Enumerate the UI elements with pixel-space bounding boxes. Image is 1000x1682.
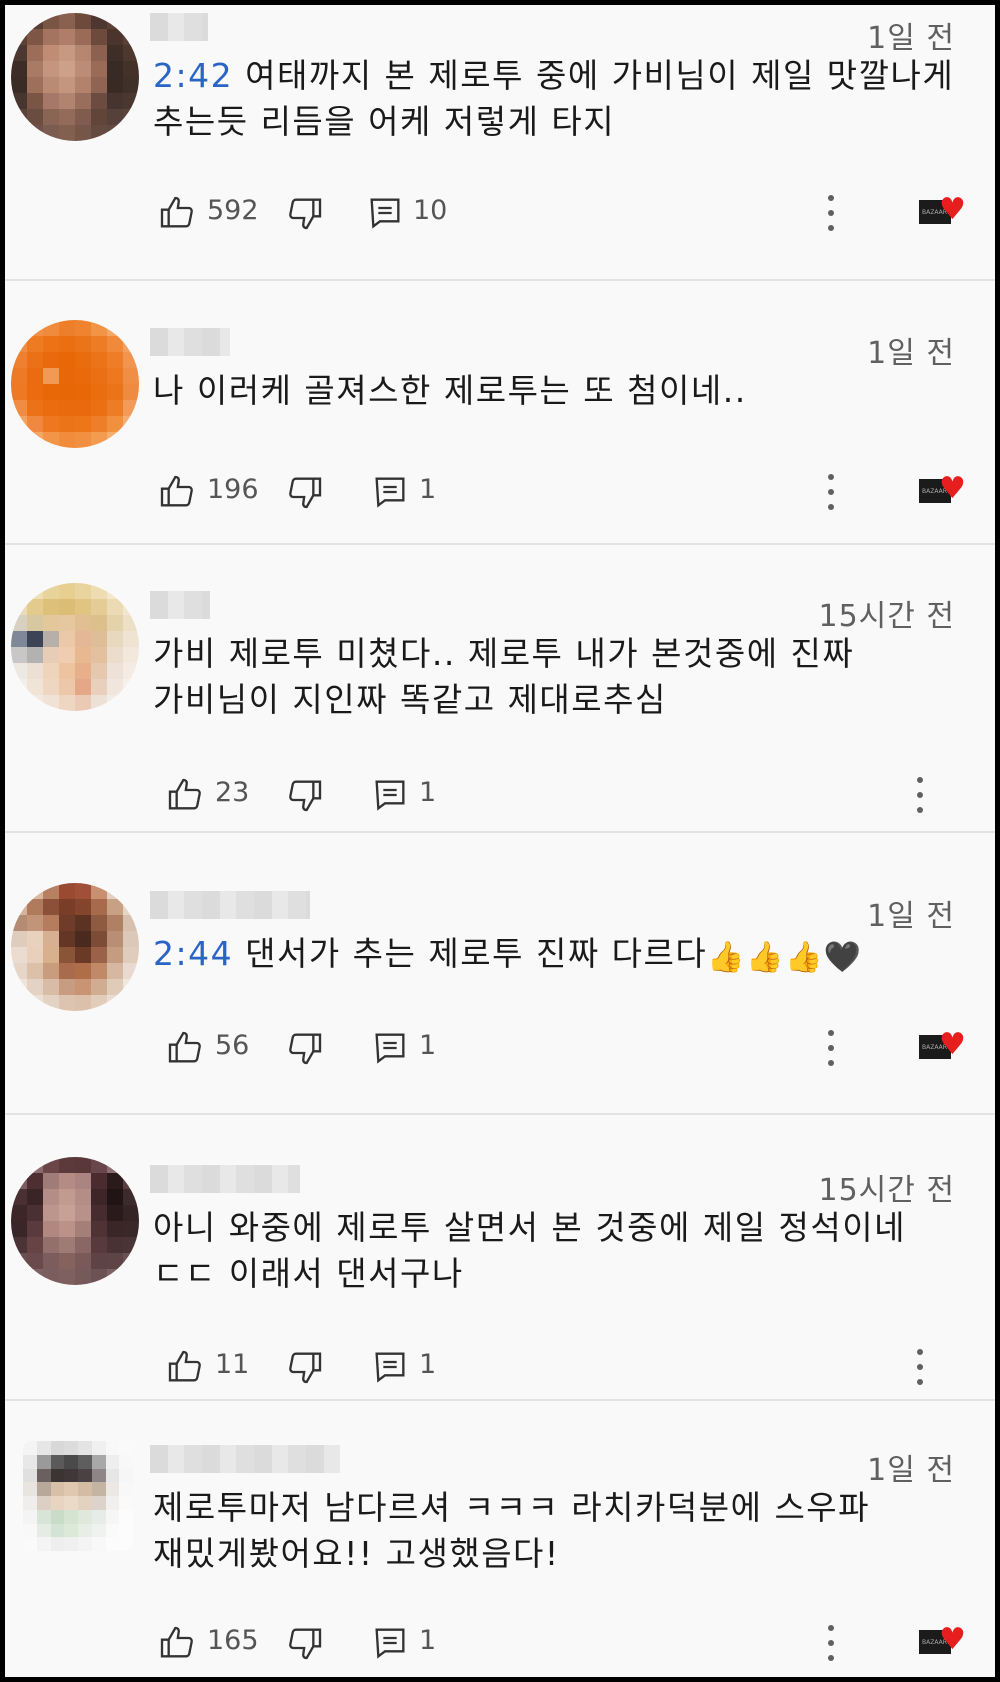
reply-count[interactable]: 1 bbox=[419, 1030, 436, 1061]
creator-heart-icon: BAZAAR ♥ bbox=[919, 193, 969, 227]
thumbs-up-emoji-icon: 👍👍👍🖤 bbox=[707, 940, 863, 975]
comment-time: 15시간 전 bbox=[818, 1173, 955, 1208]
comment-time: 1일 전 bbox=[867, 1453, 955, 1488]
vertical-ellipsis-icon[interactable] bbox=[824, 1028, 838, 1068]
comment-text: 가비 제로투 미쳤다.. 제로투 내가 본것중에 진짜 가비님이 지인짜 똑같고… bbox=[153, 631, 968, 723]
thumb-down-icon[interactable] bbox=[285, 1347, 325, 1387]
avatar[interactable] bbox=[11, 883, 139, 1011]
thumb-down-icon[interactable] bbox=[285, 472, 325, 512]
vertical-ellipsis-icon[interactable] bbox=[824, 193, 838, 233]
comment-actions: 11 1 bbox=[5, 1347, 995, 1387]
comment-actions: 592 10 BAZAAR ♥ bbox=[5, 193, 995, 233]
vertical-ellipsis-icon[interactable] bbox=[824, 472, 838, 512]
reply-comment-icon[interactable] bbox=[370, 1347, 410, 1387]
author-name[interactable] bbox=[150, 1445, 340, 1473]
like-count: 165 bbox=[207, 1625, 259, 1656]
comment-time: 1일 전 bbox=[867, 336, 955, 371]
like-count: 196 bbox=[207, 474, 259, 505]
comment-item: 1일 전 2:44 댄서가 추는 제로투 진짜 다르다👍👍👍🖤 56 1 BAZA… bbox=[5, 883, 995, 1083]
comment-text: 나 이러케 골져스한 제로투는 또 첨이네.. bbox=[153, 368, 968, 414]
comment-text: 제로투마저 남다르셔 ㅋㅋㅋ 라치카덕분에 스우파 재밌게봤어요!! 고생했음다… bbox=[153, 1485, 968, 1577]
like-count: 23 bbox=[215, 777, 250, 808]
comment-body: 여태까지 본 제로투 중에 가비님이 제일 맛깔나게 추는듯 리듬을 어케 저렇… bbox=[153, 56, 955, 141]
comment-item: 15시간 전 아니 와중에 제로투 살면서 본 것중에 제일 정석이네 ㄷㄷ 이… bbox=[5, 1157, 995, 1397]
avatar[interactable] bbox=[11, 320, 139, 448]
comment-text: 아니 와중에 제로투 살면서 본 것중에 제일 정석이네 ㄷㄷ 이래서 댄서구나 bbox=[153, 1205, 968, 1297]
comment-body: 아니 와중에 제로투 살면서 본 것중에 제일 정석이네 ㄷㄷ 이래서 댄서구나 bbox=[153, 1208, 906, 1293]
like-count: 11 bbox=[215, 1349, 250, 1380]
reply-count[interactable]: 10 bbox=[413, 195, 447, 226]
avatar[interactable] bbox=[11, 583, 139, 711]
comment-actions: 23 1 bbox=[5, 775, 995, 815]
thumb-up-icon[interactable] bbox=[165, 1347, 205, 1387]
creator-heart-icon: BAZAAR ♥ bbox=[919, 472, 969, 506]
comment-body: 댄서가 추는 제로투 진짜 다르다 bbox=[245, 934, 708, 973]
timestamp-link[interactable]: 2:44 bbox=[153, 934, 233, 973]
thumb-down-icon[interactable] bbox=[285, 1623, 325, 1663]
comment-actions: 56 1 BAZAAR ♥ bbox=[5, 1028, 995, 1068]
comment-item: 1일 전 2:42 여태까지 본 제로투 중에 가비님이 제일 맛깔나게 추는듯 … bbox=[5, 5, 995, 263]
comment-item: 15시간 전 가비 제로투 미쳤다.. 제로투 내가 본것중에 진짜 가비님이 … bbox=[5, 583, 995, 823]
thumb-up-icon[interactable] bbox=[165, 775, 205, 815]
thumb-up-icon[interactable] bbox=[157, 193, 197, 233]
vertical-ellipsis-icon[interactable] bbox=[824, 1623, 838, 1663]
reply-count[interactable]: 1 bbox=[419, 1625, 436, 1656]
avatar[interactable] bbox=[11, 1157, 139, 1285]
comment-time: 15시간 전 bbox=[818, 599, 955, 634]
reply-comment-icon[interactable] bbox=[370, 1028, 410, 1068]
divider bbox=[5, 1399, 995, 1401]
reply-comment-icon[interactable] bbox=[370, 775, 410, 815]
comments-panel: 1일 전 2:42 여태까지 본 제로투 중에 가비님이 제일 맛깔나게 추는듯 … bbox=[5, 5, 995, 1677]
thumb-down-icon[interactable] bbox=[285, 775, 325, 815]
author-name[interactable] bbox=[150, 591, 210, 619]
thumb-up-icon[interactable] bbox=[157, 1623, 197, 1663]
comment-item: 1일 전 나 이러케 골져스한 제로투는 또 첨이네.. 196 1 BAZAA… bbox=[5, 320, 995, 520]
divider bbox=[5, 1113, 995, 1115]
divider bbox=[5, 831, 995, 833]
author-name[interactable] bbox=[150, 13, 208, 41]
comment-time: 1일 전 bbox=[867, 21, 955, 56]
thumb-down-icon[interactable] bbox=[285, 193, 325, 233]
thumb-up-icon[interactable] bbox=[157, 472, 197, 512]
comment-text: 2:42 여태까지 본 제로투 중에 가비님이 제일 맛깔나게 추는듯 리듬을 어… bbox=[153, 53, 968, 145]
avatar[interactable] bbox=[11, 13, 139, 141]
author-name[interactable] bbox=[150, 1165, 300, 1193]
reply-count[interactable]: 1 bbox=[419, 1349, 436, 1380]
comment-body: 나 이러케 골져스한 제로투는 또 첨이네.. bbox=[153, 371, 747, 410]
creator-heart-icon: BAZAAR ♥ bbox=[919, 1028, 969, 1062]
reply-comment-icon[interactable] bbox=[370, 1623, 410, 1663]
vertical-ellipsis-icon[interactable] bbox=[913, 775, 927, 815]
like-count: 56 bbox=[215, 1030, 250, 1061]
reply-count[interactable]: 1 bbox=[419, 474, 436, 505]
thumb-up-icon[interactable] bbox=[165, 1028, 205, 1068]
creator-heart-icon: BAZAAR ♥ bbox=[919, 1623, 969, 1657]
comment-body: 가비 제로투 미쳤다.. 제로투 내가 본것중에 진짜 가비님이 지인짜 똑같고… bbox=[153, 634, 855, 719]
reply-comment-icon[interactable] bbox=[365, 193, 405, 233]
like-count: 592 bbox=[207, 195, 259, 226]
divider bbox=[5, 543, 995, 545]
thumb-down-icon[interactable] bbox=[285, 1028, 325, 1068]
author-name[interactable] bbox=[150, 891, 310, 919]
divider bbox=[5, 279, 995, 281]
timestamp-link[interactable]: 2:42 bbox=[153, 56, 233, 95]
reply-count[interactable]: 1 bbox=[419, 777, 436, 808]
reply-comment-icon[interactable] bbox=[370, 472, 410, 512]
comment-text: 2:44 댄서가 추는 제로투 진짜 다르다👍👍👍🖤 bbox=[153, 931, 968, 981]
comment-actions: 165 1 BAZAAR ♥ bbox=[5, 1623, 995, 1663]
comment-time: 1일 전 bbox=[867, 899, 955, 934]
avatar[interactable] bbox=[23, 1441, 133, 1551]
comment-item: 1일 전 제로투마저 남다르셔 ㅋㅋㅋ 라치카덕분에 스우파 재밌게봤어요!! … bbox=[5, 1437, 995, 1677]
comment-body: 제로투마저 남다르셔 ㅋㅋㅋ 라치카덕분에 스우파 재밌게봤어요!! 고생했음다… bbox=[153, 1488, 871, 1573]
author-name[interactable] bbox=[150, 328, 230, 356]
vertical-ellipsis-icon[interactable] bbox=[913, 1347, 927, 1387]
comment-actions: 196 1 BAZAAR ♥ bbox=[5, 472, 995, 512]
